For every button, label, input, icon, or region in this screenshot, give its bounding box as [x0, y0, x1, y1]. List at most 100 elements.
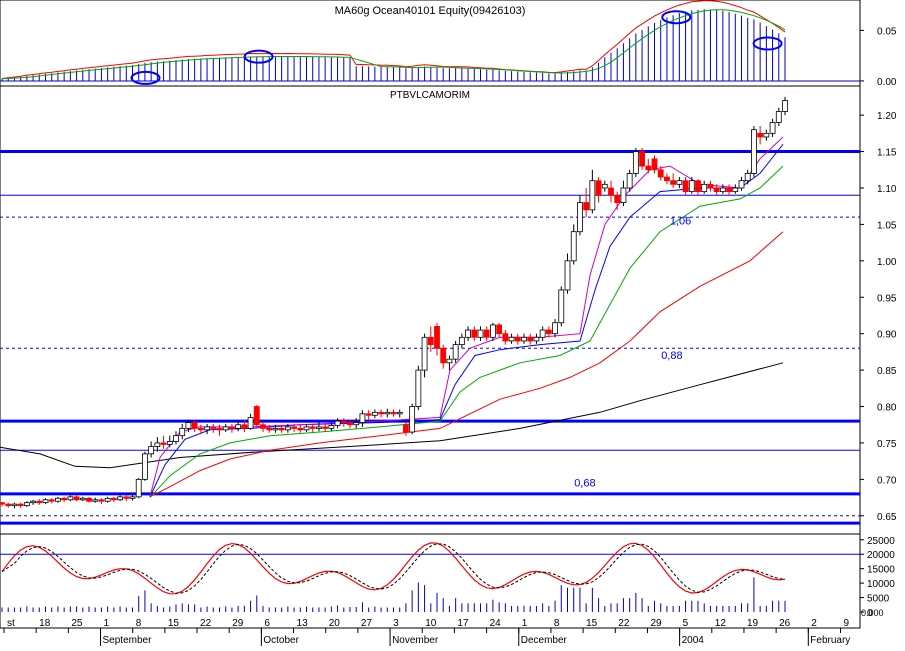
candle-body [247, 417, 254, 429]
candle-body [160, 442, 167, 445]
candle-body [291, 426, 297, 429]
candle-body [129, 496, 136, 499]
x-tick-label: 26 [779, 618, 791, 629]
volume-label: 0.000 [861, 608, 884, 618]
candle-body [328, 425, 335, 429]
candle-body [5, 503, 12, 507]
x-tick-label: 3 [393, 618, 399, 629]
candle-body [92, 499, 99, 502]
candle-body [490, 324, 496, 338]
price-y-tick-label: 1.20 [877, 111, 897, 122]
x-tick-label: 22 [618, 618, 630, 629]
candle-body [483, 329, 490, 338]
price-y-tick-label: 1.15 [877, 148, 897, 159]
price-y-tick-label: 0.85 [877, 366, 897, 377]
stoch-y-tick-label: 5000 [867, 594, 890, 605]
candle-body [763, 132, 770, 138]
price-y-tick-label: 0.95 [877, 293, 897, 304]
x-tick-label: 1 [522, 618, 528, 629]
candle-body [577, 202, 583, 233]
x-tick-label: st [7, 618, 15, 629]
candle-body [651, 158, 658, 171]
candle-body [297, 427, 304, 431]
candle-body [23, 502, 30, 506]
candle-body [42, 499, 49, 504]
candle-body [732, 187, 739, 193]
candle-body [303, 426, 310, 431]
x-tick-label: 27 [361, 618, 373, 629]
candle-body [210, 426, 217, 429]
price-y-tick-label: 0.80 [877, 403, 897, 414]
candle-body [632, 151, 639, 174]
price-y-tick-label: 1.05 [877, 220, 897, 231]
candle-body [744, 173, 751, 182]
candle-body [253, 406, 260, 426]
candle-body [61, 497, 68, 501]
candle-body [614, 194, 621, 203]
candle-body [378, 411, 384, 415]
candle-body [67, 496, 74, 501]
candle-body [98, 499, 105, 502]
candle-body [359, 413, 366, 423]
candle-body [670, 180, 677, 185]
candle-body [309, 426, 316, 429]
candle-body [552, 322, 558, 335]
candle-body [284, 426, 291, 431]
candle-body [676, 180, 683, 185]
candle-body [564, 260, 571, 291]
macd-highlight-circle [130, 70, 161, 85]
candle-body [477, 329, 484, 338]
month-label: October [263, 635, 299, 646]
x-tick-label: 5 [683, 618, 689, 629]
candle-body [316, 426, 322, 429]
x-tick-label: 24 [490, 618, 502, 629]
candle-body [440, 347, 447, 364]
x-tick-label: 18 [39, 618, 51, 629]
candle-body [117, 496, 123, 501]
candle-body [458, 336, 465, 346]
candle-body [452, 344, 459, 360]
candle-body [123, 496, 130, 499]
x-tick-label: 17 [457, 618, 469, 629]
candle-body [148, 446, 155, 455]
level-annotation: 0,68 [574, 478, 595, 490]
candle-body [30, 500, 36, 504]
candle-body [340, 420, 347, 423]
stoch-y-tick-label: 15000 [867, 565, 895, 576]
month-label: February [810, 635, 850, 646]
candle-body [539, 329, 546, 338]
candle-body [583, 202, 590, 211]
x-tick-label: 8 [554, 618, 560, 629]
candle-body [726, 187, 732, 193]
candle-body [769, 122, 776, 134]
price-title: PTBVLCAMORIM [390, 90, 470, 101]
price-y-tick-label: 1.00 [877, 257, 897, 268]
candle-body [527, 336, 534, 342]
candle-body [508, 336, 515, 342]
price-y-tick-label: 0.70 [877, 475, 897, 486]
candle-body [79, 497, 86, 501]
stoch-y-tick-label: 20000 [867, 550, 895, 561]
moving-average-ma_red [149, 231, 784, 498]
candle-body [782, 100, 788, 112]
candle-body [241, 424, 248, 429]
candle-body [135, 478, 142, 498]
candle-body [664, 176, 670, 182]
candle-body [266, 427, 273, 431]
candle-body [738, 180, 745, 189]
candle-body [639, 151, 645, 167]
candle-body [185, 422, 192, 429]
x-tick-label: 13 [297, 618, 309, 629]
candle-body [396, 411, 403, 415]
chart-canvas: 1,06 0,88 0,68 1.20 1.15 1.10 1.05 1.00 0.95 0.9… [0, 0, 897, 646]
month-label: December [521, 635, 568, 646]
price-panel-frame [0, 85, 861, 535]
x-tick-label: 8 [136, 618, 142, 629]
candle-body [533, 336, 540, 342]
candle-body [260, 424, 266, 429]
candle-body [278, 427, 285, 431]
candle-body [403, 424, 409, 433]
candle-body [48, 499, 55, 502]
moving-average-ma_long [0, 362, 784, 469]
candle-body [36, 500, 43, 504]
